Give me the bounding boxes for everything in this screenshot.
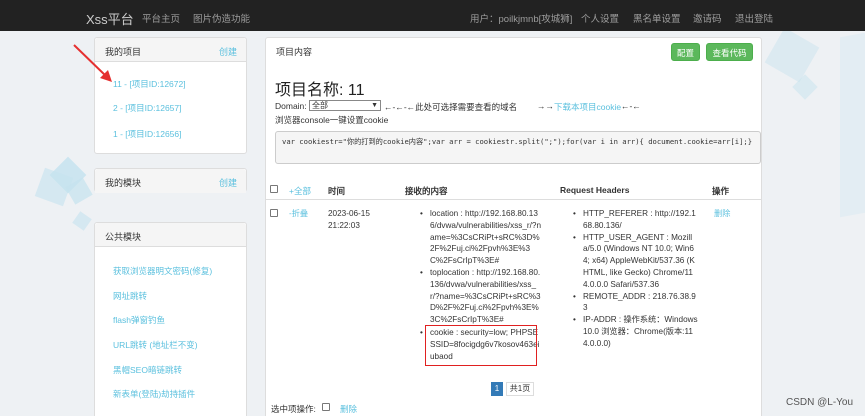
nav-invite-code[interactable]: 邀请码	[693, 11, 722, 25]
module-item[interactable]: 获取浏览器明文密码(修复)	[113, 265, 212, 277]
chevron-down-icon: ▼	[371, 102, 378, 109]
bulk-action-label: 选中项操作:	[271, 404, 316, 414]
domain-hint: ←-←-←此处可选择需要查看的域名	[384, 102, 518, 112]
nav-image-forgery[interactable]: 图片伪造功能	[193, 11, 250, 25]
module-item[interactable]: ...	[113, 411, 120, 416]
module-item[interactable]: URL跳转 (地址栏不变)	[113, 339, 198, 351]
row-checkbox[interactable]	[270, 209, 278, 217]
panel-title: 我的模块	[105, 178, 142, 188]
panel-header: 我的模块 创建	[95, 169, 246, 193]
request-headers-list: HTTP_REFERER : http://192.168.80.136/ HT…	[571, 208, 698, 350]
row-time: 2023-06-15 21:22:03	[328, 209, 370, 230]
config-button[interactable]: 配置	[671, 43, 700, 61]
nav-home[interactable]: 平台主页	[142, 11, 180, 25]
project-item[interactable]: 11 - [项目ID:12672]	[113, 78, 186, 90]
bulk-delete-link[interactable]: 删除	[340, 403, 357, 415]
panel-header: 公共模块	[95, 223, 246, 247]
list-item: IP-ADDR : 操作系统：Windows 10.0 浏览器：Chrome(版…	[571, 314, 698, 349]
list-item: HTTP_USER_AGENT : Mozilla/5.0 (Windows N…	[571, 232, 698, 291]
create-module-link[interactable]: 创建	[219, 176, 237, 189]
project-title: 项目名称: 11	[275, 82, 365, 99]
module-item[interactable]: flash弹窗钓鱼	[113, 314, 165, 326]
column-header-request-headers: Request Headers	[560, 185, 630, 195]
cookie-highlight-box	[425, 325, 537, 366]
list-item: HTTP_REFERER : http://192.168.80.136/	[571, 208, 698, 232]
page-total: 共1页	[506, 382, 534, 396]
nav-logout[interactable]: 退出登陆	[735, 11, 773, 25]
nav-personal-settings[interactable]: 个人设置	[581, 11, 619, 25]
download-hint-arrow-left: →→	[537, 101, 554, 111]
table-divider	[266, 199, 761, 200]
project-item[interactable]: 1 - [项目ID:12656]	[113, 128, 182, 140]
domain-select-value: 全部	[312, 101, 328, 110]
expand-all-link[interactable]: +全部	[289, 185, 311, 197]
download-cookie-link[interactable]: 下载本项目cookie	[554, 101, 621, 113]
select-all-checkbox[interactable]	[270, 185, 278, 193]
list-item: toplocation : http://192.168.80.136/dvwa…	[418, 267, 542, 326]
column-header-time: 时间	[328, 186, 346, 196]
module-item[interactable]: 新表单(登陆)劫持插件	[113, 388, 195, 400]
panel-title: 项目内容	[276, 47, 313, 57]
console-hint: 浏览器console一键设置cookie	[275, 115, 389, 125]
module-item[interactable]: 网址跳转	[113, 290, 147, 302]
module-item[interactable]: 黑帽SEO暗链跳转	[113, 364, 182, 376]
user-label: 用户：poilkjmnb[攻城狮]	[470, 14, 573, 25]
watermark: CSDN @L-You	[786, 397, 854, 408]
bulk-select-checkbox[interactable]	[322, 403, 330, 411]
domain-label: Domain:	[275, 101, 307, 111]
create-project-link[interactable]: 创建	[219, 45, 237, 58]
project-item[interactable]: 2 - [项目ID:12657]	[113, 102, 182, 114]
list-item: location : http://192.168.80.136/dvwa/vu…	[418, 208, 542, 267]
my-modules-panel: 我的模块 创建	[94, 168, 247, 193]
page-button-current[interactable]: 1	[491, 382, 503, 396]
background-shape	[72, 211, 92, 231]
download-hint-arrow-right: ←-←	[621, 101, 641, 111]
top-navbar: Xss平台 平台主页 图片伪造功能 用户：poilkjmnb[攻城狮] 个人设置…	[0, 0, 865, 31]
background-shape	[840, 32, 865, 218]
domain-select[interactable]: 全部 ▼	[309, 100, 381, 111]
brand-logo[interactable]: Xss平台	[86, 9, 134, 28]
red-arrow-annotation	[73, 44, 112, 82]
collapse-link[interactable]: -折叠	[289, 208, 308, 220]
background-shape	[764, 27, 820, 83]
column-header-action: 操作	[712, 186, 730, 196]
column-header-content: 接收的内容	[405, 186, 448, 196]
list-item: REMOTE_ADDR : 218.76.38.93	[571, 291, 698, 315]
cookie-code-snippet: var cookiestr="你的打到的cookie内容";var arr = …	[275, 131, 761, 164]
delete-row-link[interactable]: 删除	[714, 208, 730, 220]
view-code-button[interactable]: 查看代码	[706, 43, 753, 61]
nav-blacklist-settings[interactable]: 黑名单设置	[633, 11, 681, 25]
panel-title: 公共模块	[105, 232, 142, 242]
public-modules-panel: 公共模块 获取浏览器明文密码(修复) 网址跳转 flash弹窗钓鱼 URL跳转 …	[94, 222, 247, 416]
